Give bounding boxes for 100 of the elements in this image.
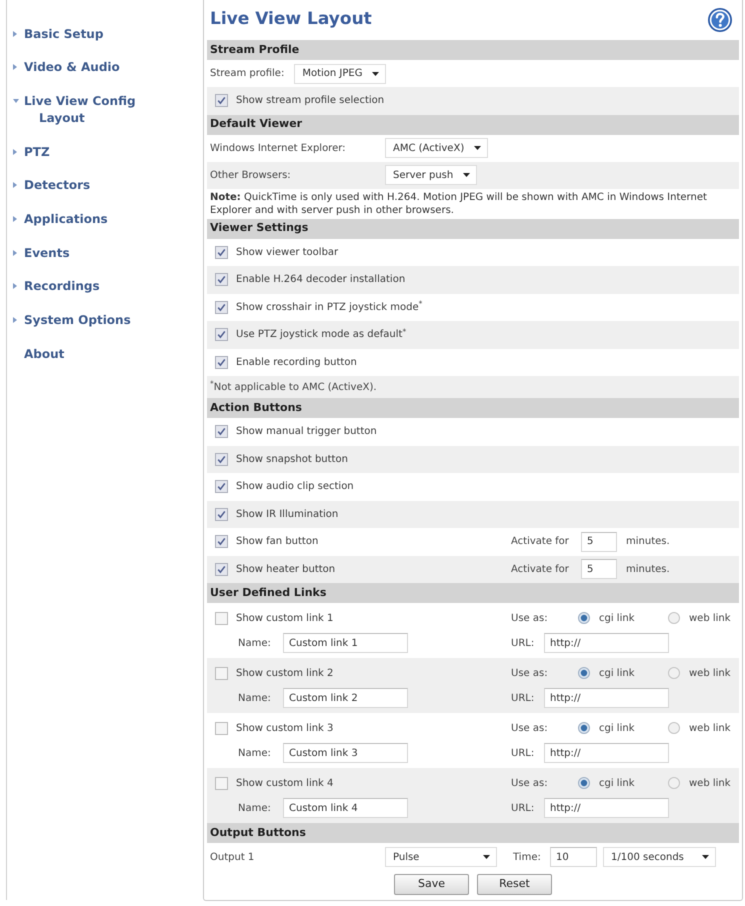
section-header: Stream Profile	[207, 40, 739, 60]
radio-button[interactable]	[668, 722, 680, 734]
dropdown[interactable]: Motion JPEG	[294, 64, 386, 84]
dropdown[interactable]: AMC (ActiveX)	[385, 138, 488, 158]
text-field[interactable]: 10	[550, 847, 597, 867]
checkbox[interactable]	[215, 722, 228, 734]
field-label: minutes.	[626, 535, 670, 550]
radio-label: web link	[689, 776, 731, 790]
radio-label: cgi link	[599, 666, 636, 680]
checkbox[interactable]	[215, 425, 228, 438]
checkbox-label: Show manual trigger button	[236, 425, 377, 440]
checkbox[interactable]	[215, 328, 228, 342]
field-label: Use as:	[511, 612, 549, 626]
nav-link[interactable]: Recordings	[7, 278, 203, 295]
field-label: Name:	[238, 636, 272, 650]
checkbox[interactable]	[215, 273, 228, 286]
checkbox-label: Show snapshot button	[236, 452, 348, 467]
checkbox-label: Show audio clip section	[236, 480, 354, 494]
nav-link[interactable]: Detectors	[7, 176, 203, 194]
caret-icon	[702, 855, 709, 859]
radio-label: web link	[689, 722, 731, 736]
section-header: User Defined Links	[207, 583, 739, 603]
checkbox[interactable]	[215, 776, 228, 790]
note-text: Note: QuickTime is only used with H.264. Motion JPEG will be shown with AMC in Windows Internet Explorer and with server push in other browsers.	[210, 190, 708, 216]
text-field[interactable]: 5	[581, 559, 617, 580]
checkbox-label: Show custom link 2	[236, 666, 334, 680]
nav-link[interactable]: Basic Setup	[7, 25, 203, 42]
dropdown[interactable]: 1/100 seconds	[603, 847, 716, 867]
nav-link[interactable]: Live View Config	[7, 92, 203, 110]
nav-link[interactable]: PTZ	[7, 143, 203, 160]
nav-link[interactable]: Layout	[7, 109, 203, 126]
caret-icon	[463, 173, 470, 177]
nav-link[interactable]: About	[7, 345, 203, 362]
field-label: minutes.	[626, 562, 670, 577]
caret-icon	[372, 72, 380, 76]
radio-button[interactable]	[578, 667, 590, 679]
field-label: Time:	[513, 850, 542, 864]
radio-button[interactable]	[668, 612, 680, 624]
checkbox[interactable]	[215, 94, 228, 108]
save-button[interactable]: Save	[394, 874, 469, 895]
radio-button[interactable]	[578, 777, 590, 789]
reset-button[interactable]: Reset	[477, 874, 552, 895]
field-label: Activate for	[511, 562, 570, 577]
checkbox-label: Enable recording button	[236, 356, 357, 370]
radio-label: cgi link	[599, 776, 636, 790]
field-label: Output 1	[210, 850, 254, 864]
text-field[interactable]: Custom link 1	[283, 633, 408, 653]
checkbox[interactable]	[215, 246, 228, 259]
section-header: Viewer Settings	[207, 218, 739, 238]
text-field[interactable]: Custom link 2	[283, 688, 408, 708]
dropdown[interactable]: Server push	[385, 165, 478, 185]
checkbox[interactable]	[215, 562, 228, 576]
field-label: URL:	[511, 636, 536, 650]
checkbox[interactable]	[215, 300, 228, 314]
field-label: URL:	[511, 746, 536, 760]
text-field[interactable]: http://	[544, 688, 669, 708]
checkbox[interactable]	[215, 356, 228, 369]
nav-link[interactable]: Video & Audio	[7, 58, 203, 76]
text-field[interactable]: http://	[544, 798, 669, 818]
checkbox-label: Show stream profile selection	[236, 94, 384, 108]
section-header: Output Buttons	[207, 823, 739, 843]
field-label: Windows Internet Explorer:	[210, 142, 347, 156]
checkbox[interactable]	[215, 612, 228, 624]
checkbox-label: Show viewer toolbar	[236, 246, 338, 260]
field-label: URL:	[511, 692, 536, 706]
page-title: Live View Layout	[210, 8, 372, 32]
checkbox[interactable]	[215, 666, 228, 680]
caret-icon	[474, 146, 482, 150]
caret-icon	[483, 855, 490, 859]
field-label: Other Browsers:	[210, 168, 292, 182]
checkbox-label: Show fan button	[236, 535, 318, 550]
nav-link[interactable]: Applications	[7, 210, 203, 228]
checkbox-label: Show heater button	[236, 562, 336, 577]
radio-label: web link	[689, 666, 731, 680]
field-label: Use as:	[511, 722, 549, 736]
checkbox[interactable]	[215, 535, 228, 548]
help-icon[interactable]	[708, 8, 732, 32]
radio-label: cgi link	[599, 722, 636, 736]
radio-label: cgi link	[599, 612, 636, 626]
checkbox-label: Show custom link 3	[236, 722, 334, 736]
checkbox[interactable]	[215, 508, 228, 521]
radio-button[interactable]	[668, 777, 680, 789]
checkbox[interactable]	[215, 452, 228, 466]
dropdown[interactable]: Pulse	[385, 847, 497, 867]
nav-link[interactable]: Events	[7, 244, 203, 262]
radio-button[interactable]	[668, 667, 680, 679]
text-field[interactable]: 5	[581, 532, 617, 552]
field-label: Name:	[238, 692, 272, 706]
text-field[interactable]: http://	[544, 743, 669, 763]
checkbox-label: Show crosshair in PTZ joystick mode$^{*}$	[236, 300, 422, 315]
field-label: URL:	[511, 802, 536, 816]
field-label: Use as:	[511, 666, 549, 680]
nav-link[interactable]: System Options	[7, 312, 203, 328]
checkbox[interactable]	[215, 480, 228, 494]
text-field[interactable]: http://	[544, 633, 669, 653]
text-field[interactable]: Custom link 4	[283, 798, 408, 818]
field-label: Name:	[238, 802, 272, 816]
text-field[interactable]: Custom link 3	[283, 743, 408, 763]
radio-button[interactable]	[578, 612, 590, 624]
radio-button[interactable]	[578, 722, 590, 734]
